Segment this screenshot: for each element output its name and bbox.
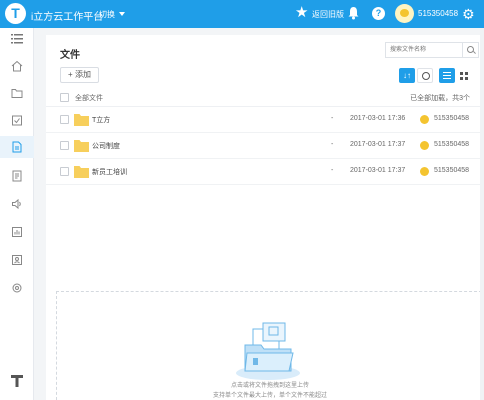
sidebar-item-documents[interactable] <box>0 136 34 158</box>
page-scrollbar[interactable] <box>480 28 484 400</box>
file-name[interactable]: 公司制度 <box>92 141 120 151</box>
contacts-icon <box>12 255 22 265</box>
sidebar-item-home[interactable] <box>0 55 34 77</box>
table-row[interactable]: 公司制度 - 2017-03-01 17:37 515350458 <box>46 133 480 159</box>
folder-icon <box>74 114 89 126</box>
file-date: 2017-03-01 17:37 <box>350 141 406 148</box>
file-panel: 文件 + 添加 ↓↑ 全部文件 已全部加载，共3个 T立方 - 2017-03-… <box>46 35 482 400</box>
t-logo-icon <box>11 375 23 387</box>
file-list-header: 全部文件 已全部加载，共3个 <box>46 89 480 107</box>
file-size: - <box>331 167 334 174</box>
sidebar-item-notes[interactable] <box>0 165 34 187</box>
page-title: 文件 <box>60 50 80 61</box>
menu-icon <box>11 34 23 44</box>
search-box <box>385 42 479 58</box>
dropzone-hint: 点击或将文件拖拽到这里上传 <box>230 383 309 389</box>
user-name[interactable]: 515350458 <box>418 9 458 18</box>
notes-icon <box>12 170 22 182</box>
document-icon <box>12 141 22 153</box>
bell-icon[interactable] <box>348 6 359 20</box>
sidebar-item-contacts[interactable] <box>0 249 34 271</box>
select-all-checkbox[interactable] <box>60 93 69 102</box>
back-to-old-version-link[interactable]: 返回旧版 <box>312 9 344 20</box>
settings-icon <box>12 283 22 293</box>
file-owner: 515350458 <box>434 115 470 122</box>
upload-dropzone[interactable]: 点击或将文件拖拽到这里上传 支持单个文件最大上传，单个文件不能超过 <box>56 291 482 400</box>
sidebar-item-statistics[interactable] <box>0 221 34 243</box>
row-checkbox[interactable] <box>60 115 69 124</box>
owner-avatar <box>420 141 429 150</box>
sidebar-item-folder[interactable] <box>0 82 34 104</box>
user-avatar[interactable] <box>395 4 414 23</box>
folder-icon <box>11 89 23 98</box>
sidebar <box>0 28 34 400</box>
sidebar-item-broadcast[interactable] <box>0 193 34 215</box>
star-icon[interactable]: ★ <box>295 4 308 22</box>
table-row[interactable]: T立方 - 2017-03-01 17:36 515350458 <box>46 107 480 133</box>
folder-icon <box>74 140 89 152</box>
upload-illustration-icon <box>236 322 300 380</box>
app-logo[interactable]: T <box>5 3 26 24</box>
help-icon[interactable]: ? <box>372 7 385 20</box>
speaker-icon <box>12 198 21 210</box>
file-name[interactable]: T立方 <box>92 115 110 125</box>
sidebar-item-task[interactable] <box>0 109 34 131</box>
file-size: - <box>331 141 334 148</box>
workspace-switcher[interactable]: 切换 <box>99 9 125 20</box>
top-navigation-bar: T i立方云工作平台 切换 ★ 返回旧版 ? 515350458 ⚙ <box>0 0 484 28</box>
owner-avatar <box>420 115 429 124</box>
add-button[interactable]: + 添加 <box>60 67 99 83</box>
file-owner: 515350458 <box>434 141 470 148</box>
grid-view-icon[interactable] <box>456 68 472 83</box>
clock-icon[interactable] <box>417 68 433 83</box>
table-row[interactable]: 新员工培训 - 2017-03-01 17:37 515350458 <box>46 159 480 185</box>
chart-icon <box>12 227 22 237</box>
file-date: 2017-03-01 17:37 <box>350 167 406 174</box>
all-files-label: 全部文件 <box>75 95 103 102</box>
home-icon <box>11 60 23 72</box>
app-title: i立方云工作平台 <box>31 12 104 23</box>
list-view-icon[interactable] <box>439 68 455 83</box>
file-count-label: 已全部加载，共3个 <box>410 95 470 102</box>
task-icon <box>12 115 22 126</box>
owner-avatar <box>420 167 429 176</box>
dropzone-limit-hint: 支持单个文件最大上传，单个文件不能超过 <box>212 393 327 399</box>
row-checkbox[interactable] <box>60 141 69 150</box>
file-owner: 515350458 <box>434 167 470 174</box>
sidebar-item-menu[interactable] <box>0 28 34 50</box>
gear-icon[interactable]: ⚙ <box>462 6 475 22</box>
search-icon[interactable] <box>462 43 478 57</box>
sidebar-item-settings[interactable] <box>0 277 34 299</box>
file-date: 2017-03-01 17:36 <box>350 115 406 122</box>
file-name[interactable]: 新员工培训 <box>92 167 127 177</box>
folder-icon <box>74 166 89 178</box>
sort-icon[interactable]: ↓↑ <box>399 68 415 83</box>
row-checkbox[interactable] <box>60 167 69 176</box>
search-input[interactable] <box>386 43 463 57</box>
workspace-label: 切换 <box>99 10 115 19</box>
chevron-down-icon <box>119 12 125 16</box>
file-size: - <box>331 115 334 122</box>
